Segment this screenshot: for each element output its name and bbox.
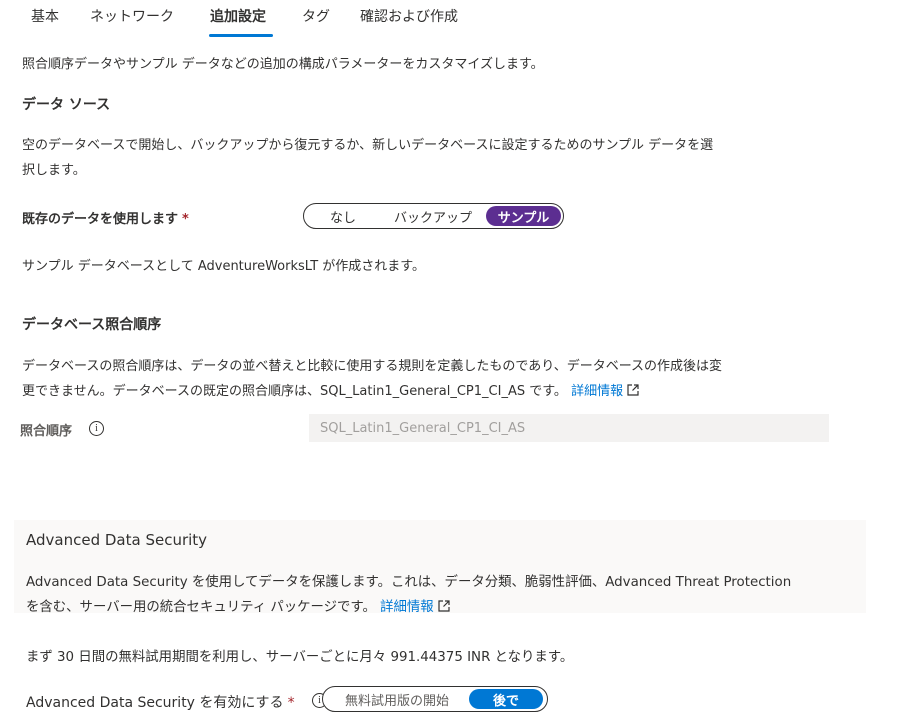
data-source-desc-line2: 択します。	[22, 163, 86, 178]
collation-learn-more-text: 詳細情報	[571, 384, 624, 399]
collation-description: データベースの照合順序は、データの並べ替えと比較に使用する規則を定義したものであ…	[22, 354, 722, 404]
ads-desc-line2-text: を含む、サーバー用の統合セキュリティ パッケージです。	[26, 600, 376, 615]
sample-note: サンプル データベースとして AdventureWorksLT が作成されます。	[22, 259, 425, 274]
data-source-heading: データ ソース	[22, 97, 111, 113]
collation-desc-line1: データベースの照合順序は、データの並べ替えと比較に使用する規則を定義したものであ…	[22, 359, 723, 374]
required-asterisk: *	[182, 212, 189, 227]
data-source-description: 空のデータベースで開始し、バックアップから復元するか、新しいデータベースに設定す…	[22, 133, 713, 183]
use-existing-data-label-text: 既存のデータを使用します	[22, 212, 179, 227]
use-existing-data-label: 既存のデータを使用します *	[22, 208, 189, 227]
collation-input: SQL_Latin1_General_CP1_CI_AS	[309, 414, 829, 442]
ads-desc-line2: を含む、サーバー用の統合セキュリティ パッケージです。 詳細情報	[26, 595, 791, 620]
tab-review-create[interactable]: 確認および作成	[360, 6, 458, 26]
collation-field-label: 照合順序	[20, 424, 73, 439]
option-none[interactable]: なし	[306, 206, 380, 226]
option-sample[interactable]: サンプル	[486, 206, 561, 226]
ads-learn-more-link[interactable]: 詳細情報	[380, 600, 450, 615]
collation-desc-line2-text: 更できません。データベースの既定の照合順序は、SQL_Latin1_Genera…	[22, 384, 567, 399]
option-start-free-trial[interactable]: 無料試用版の開始	[325, 689, 469, 709]
ads-heading: Advanced Data Security	[26, 531, 208, 549]
ads-desc-line1: Advanced Data Security を使用してデータを保護します。これ…	[26, 575, 792, 590]
ads-description: Advanced Data Security を使用してデータを保護します。これ…	[26, 570, 791, 620]
required-asterisk: *	[287, 695, 295, 711]
tab-additional-settings[interactable]: 追加設定	[210, 6, 266, 26]
option-later[interactable]: 後で	[469, 689, 543, 709]
ads-trial-note: まず 30 日間の無料試用期間を利用し、サーバーごとに月々 991.44375 …	[26, 650, 574, 665]
info-icon[interactable]: i	[89, 421, 104, 436]
tab-networking[interactable]: ネットワーク	[90, 6, 174, 26]
ads-learn-more-text: 詳細情報	[380, 600, 434, 615]
tab-bar: 基本 ネットワーク 追加設定 タグ 確認および作成	[0, 0, 917, 38]
ads-enable-label: Advanced Data Security を有効にする *	[26, 692, 295, 712]
collation-desc-line2: 更できません。データベースの既定の照合順序は、SQL_Latin1_Genera…	[22, 379, 722, 404]
active-tab-indicator	[209, 34, 273, 37]
data-source-desc-line1: 空のデータベースで開始し、バックアップから復元するか、新しいデータベースに設定す…	[22, 138, 714, 153]
collation-learn-more-link[interactable]: 詳細情報	[571, 384, 639, 399]
tab-basics[interactable]: 基本	[31, 6, 59, 26]
intro-text: 照合順序データやサンプル データなどの追加の構成パラメーターをカスタマイズします…	[22, 57, 544, 72]
external-link-icon	[438, 600, 450, 612]
external-link-icon	[627, 384, 639, 396]
option-backup[interactable]: バックアップ	[380, 206, 486, 226]
ads-enable-toggle[interactable]: 無料試用版の開始 後で	[322, 686, 548, 712]
use-existing-data-toggle[interactable]: なし バックアップ サンプル	[303, 203, 564, 229]
ads-enable-label-text: Advanced Data Security を有効にする	[26, 695, 284, 711]
collation-heading: データベース照合順序	[22, 317, 162, 333]
tab-tags[interactable]: タグ	[302, 6, 330, 26]
